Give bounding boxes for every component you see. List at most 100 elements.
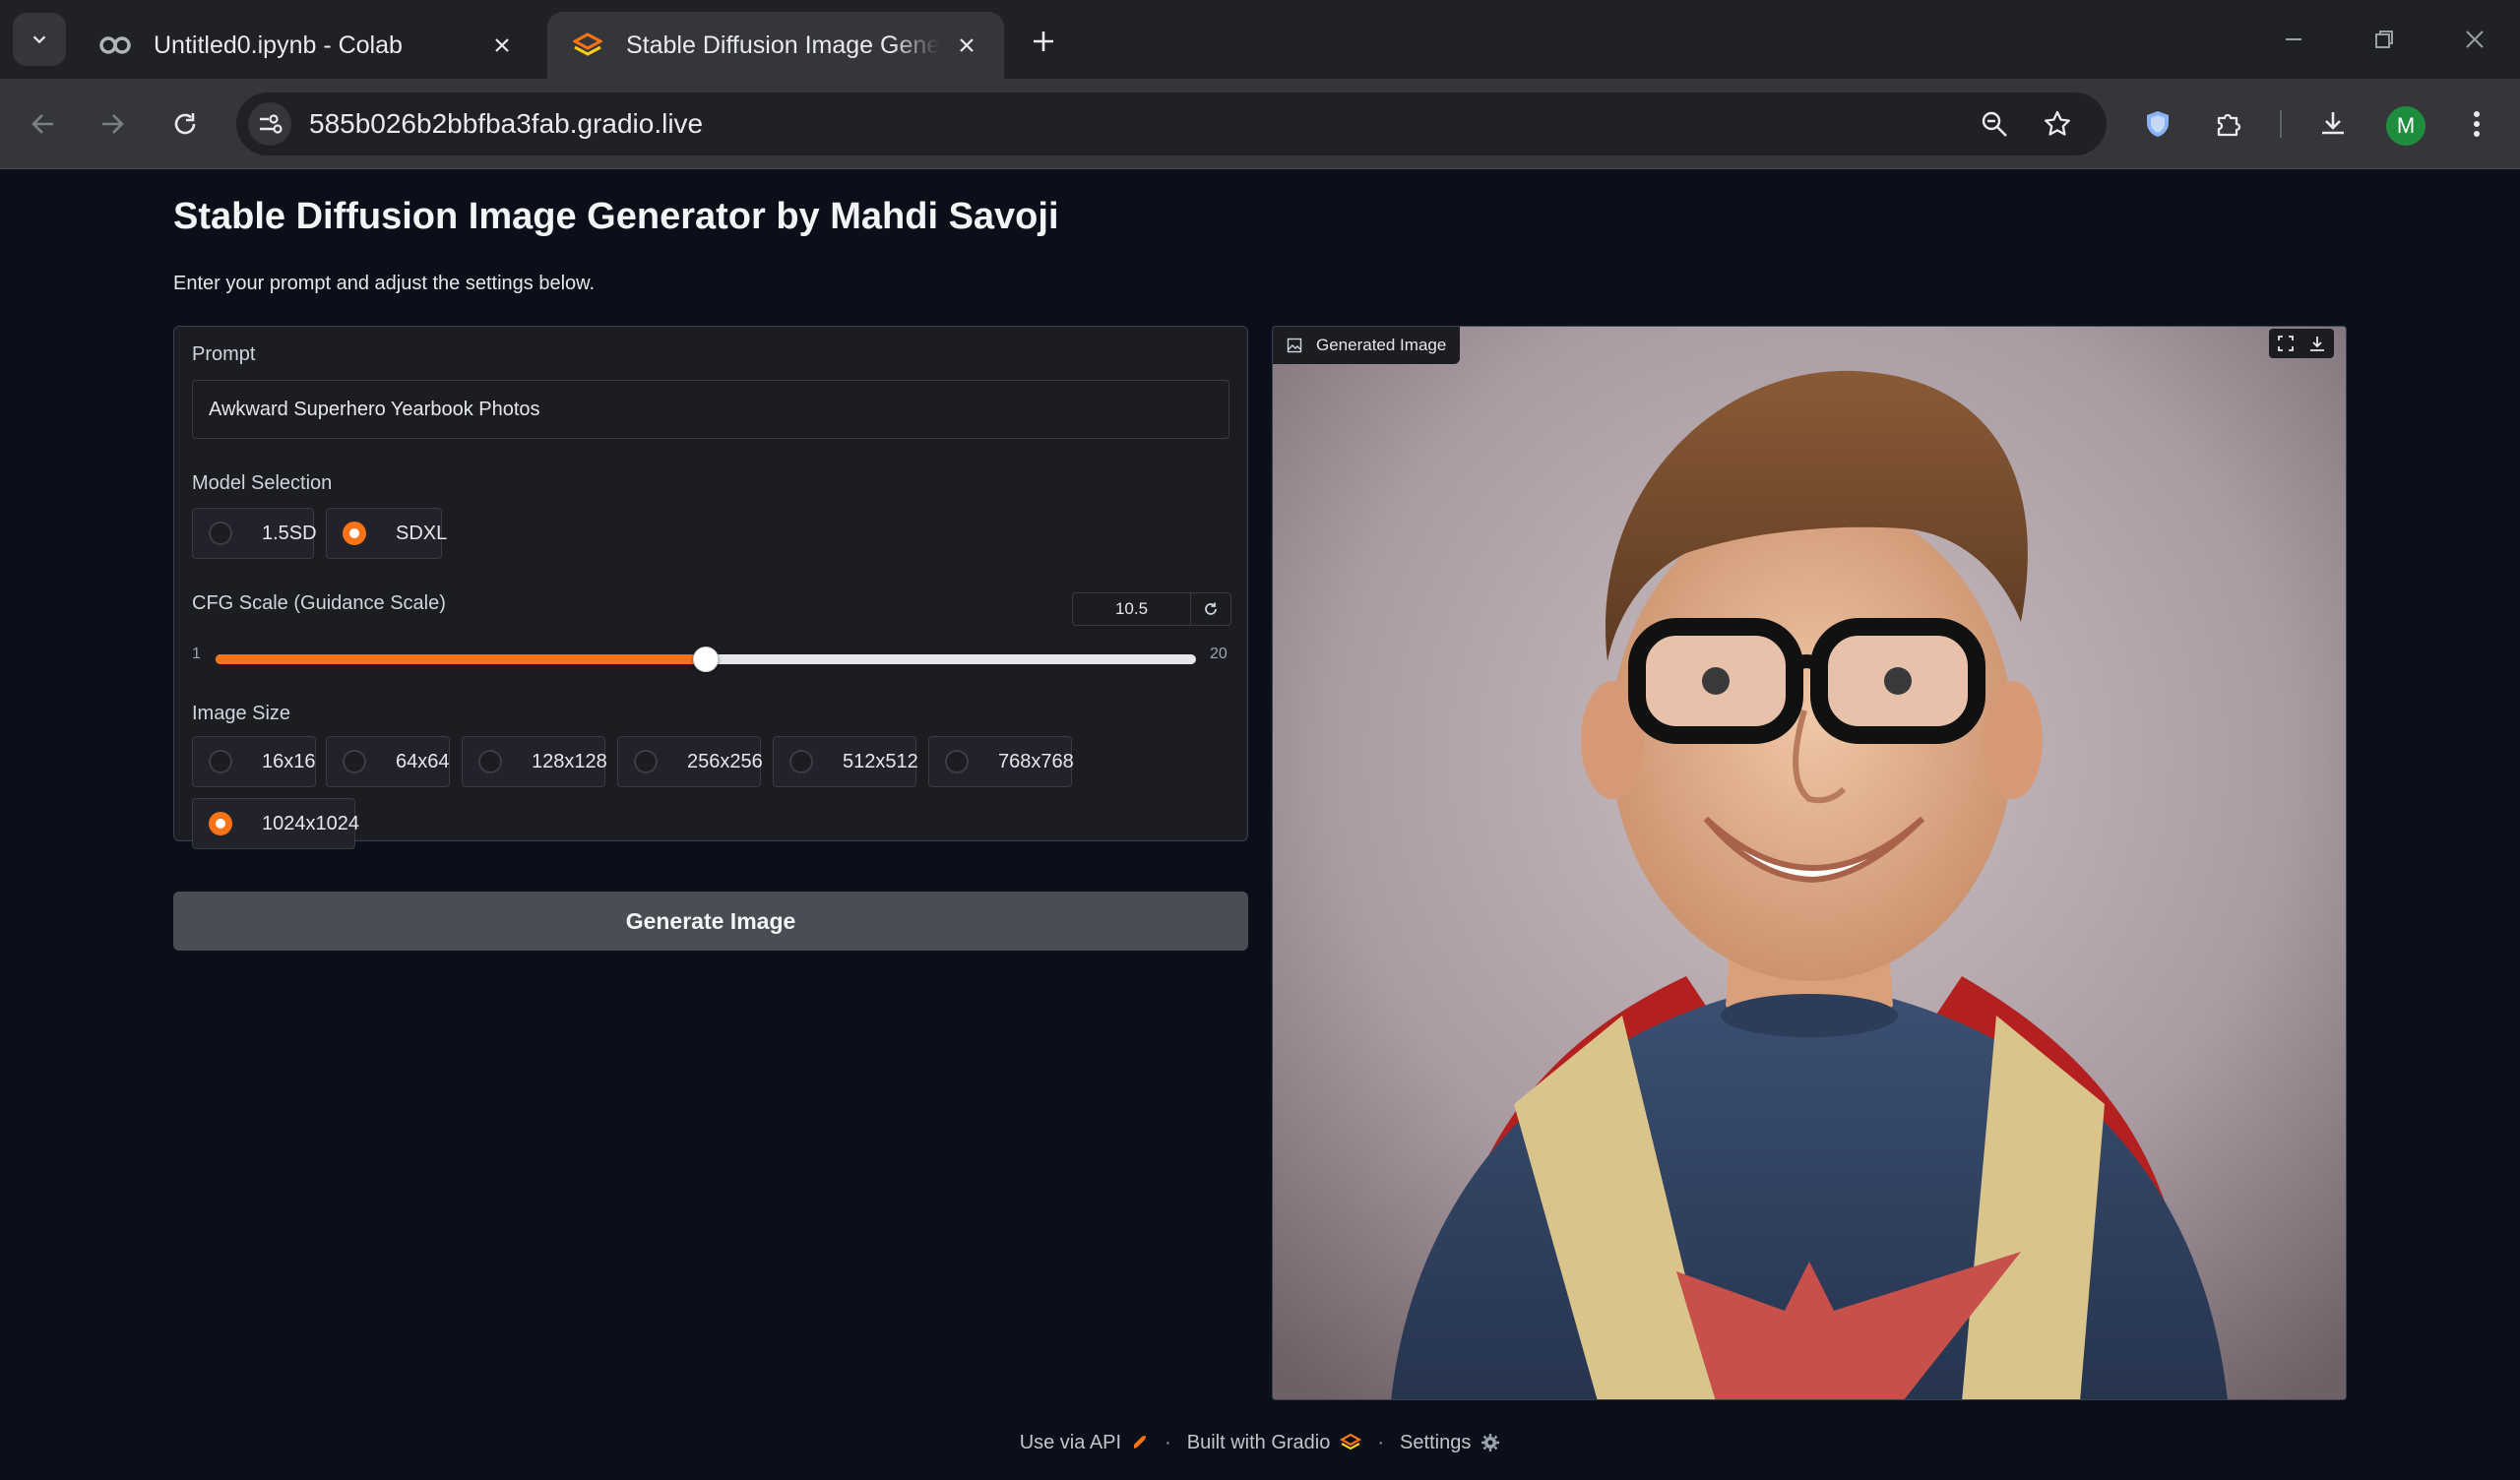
size-option-16[interactable]: 16x16 [192,736,316,787]
settings-link[interactable]: Settings [1400,1432,1500,1454]
window-close-button[interactable] [2455,20,2494,59]
plus-icon [1034,31,1053,51]
toolbar-divider [2280,110,2282,138]
radio-icon [789,750,813,773]
close-icon [2466,31,2484,48]
bookmark-star-icon[interactable] [2036,102,2079,146]
size-option-256[interactable]: 256x256 [617,736,763,787]
model-option-1-5sd[interactable]: 1.5SD [192,508,317,559]
size-option-64[interactable]: 64x64 [326,736,450,787]
image-size-label: Image Size [192,703,291,724]
radio-icon [343,750,366,773]
cfg-value[interactable]: 10.5 [1073,593,1191,625]
cfg-slider[interactable] [216,647,1196,672]
settings-label: Settings [1400,1431,1472,1453]
address-bar[interactable]: 585b026b2bbfba3fab.gradio.live [236,92,2107,155]
tab-gradio[interactable]: Stable Diffusion Image Generator by Mahd… [547,12,1004,79]
use-via-api-link[interactable]: Use via API [1020,1432,1149,1454]
generated-image-label-text: Generated Image [1316,336,1447,354]
browser-tabstrip: Untitled0.ipynb - Colab Stable Diffusion… [0,0,2520,79]
generate-image-button[interactable]: Generate Image [173,892,1248,951]
size-option-1024[interactable]: 1024x1024 [192,798,359,849]
page-title: Stable Diffusion Image Generator by Mahd… [173,196,1059,237]
prompt-input[interactable]: Awkward Superhero Yearbook Photos [192,380,1229,439]
arrow-left-icon [32,114,53,134]
radio-icon [634,750,658,773]
radio-icon [945,750,969,773]
radio-icon [209,750,232,773]
prompt-label: Prompt [192,343,256,365]
generated-image-panel: Generated Image [1272,326,2347,1400]
back-button[interactable] [22,102,65,146]
url-text[interactable]: 585b026b2bbfba3fab.gradio.live [309,92,703,155]
minimize-button[interactable] [2274,20,2313,59]
slider-thumb[interactable] [693,647,719,672]
browser-toolbar: 585b026b2bbfba3fab.gradio.live [0,79,2520,169]
shield-extension-icon[interactable] [2136,102,2179,146]
extensions-puzzle-icon[interactable] [2207,102,2250,146]
image-icon [1287,338,1302,353]
size-option-label: 128x128 [532,750,607,772]
new-tab-button[interactable] [1024,22,1063,61]
fullscreen-icon[interactable] [2273,331,2299,356]
size-option-label: 1024x1024 [262,812,359,834]
chevron-down-icon [32,35,46,44]
size-option-768[interactable]: 768x768 [928,736,1074,787]
model-option-label: 1.5SD [262,522,317,544]
tab-title: Stable Diffusion Image Generator by Mahd… [626,31,939,59]
size-option-label: 64x64 [396,750,450,772]
reload-button[interactable] [163,102,207,146]
gradio-logo-icon [1340,1433,1362,1452]
close-icon[interactable] [488,31,516,59]
site-info-icon[interactable] [248,102,291,146]
page-footer: Use via API · Built with Gradio · Settin… [0,1428,2520,1457]
generated-image-label: Generated Image [1273,327,1461,364]
restore-button[interactable] [2364,20,2404,59]
settings-panel: Prompt Awkward Superhero Yearbook Photos… [173,326,1248,849]
kebab-menu-icon[interactable] [2455,102,2498,146]
reset-icon[interactable] [1191,593,1230,625]
tab-search-button[interactable] [13,13,66,66]
reload-icon [174,113,196,135]
tab-colab[interactable]: Untitled0.ipynb - Colab [75,12,539,79]
colab-icon [98,29,132,62]
footer-separator: · [1377,1431,1385,1453]
footer-separator: · [1165,1431,1171,1453]
gear-icon [1480,1433,1500,1452]
generated-image [1273,327,2346,1399]
model-option-label: SDXL [396,522,448,544]
forward-button[interactable] [91,102,134,146]
image-actions [2269,329,2334,358]
size-option-512[interactable]: 512x512 [773,736,918,787]
size-option-128[interactable]: 128x128 [462,736,607,787]
restore-icon [2375,31,2393,48]
radio-selected-icon [343,522,366,545]
radio-icon [209,522,232,545]
download-icon[interactable] [2304,331,2330,356]
size-option-label: 256x256 [687,750,763,772]
zoom-icon[interactable] [1973,102,2016,146]
download-icon[interactable] [2311,102,2355,146]
cfg-scale-label: CFG Scale (Guidance Scale) [192,592,446,614]
built-with-gradio-label: Built with Gradio [1186,1431,1331,1453]
size-option-label: 16x16 [262,750,316,772]
tab-title: Untitled0.ipynb - Colab [154,31,403,59]
cfg-number-input[interactable]: 10.5 [1072,592,1231,626]
radio-selected-icon [209,812,232,835]
minimize-icon [2286,38,2301,40]
radio-icon [478,750,502,773]
close-icon[interactable] [953,31,980,59]
rocket-icon [1131,1434,1149,1451]
page-description: Enter your prompt and adjust the setting… [173,273,596,294]
slider-fill [216,654,706,664]
slider-max-label: 20 [1210,646,1228,662]
profile-avatar[interactable]: M [2386,106,2426,146]
gradio-app: Stable Diffusion Image Generator by Mahd… [0,170,2520,1480]
arrow-right-icon [102,114,124,134]
built-with-gradio-link[interactable]: Built with Gradio [1187,1432,1362,1454]
model-option-sdxl[interactable]: SDXL [326,508,447,559]
size-option-label: 512x512 [843,750,918,772]
size-option-label: 768x768 [998,750,1074,772]
use-via-api-label: Use via API [1019,1431,1122,1453]
gradio-icon [571,29,604,62]
